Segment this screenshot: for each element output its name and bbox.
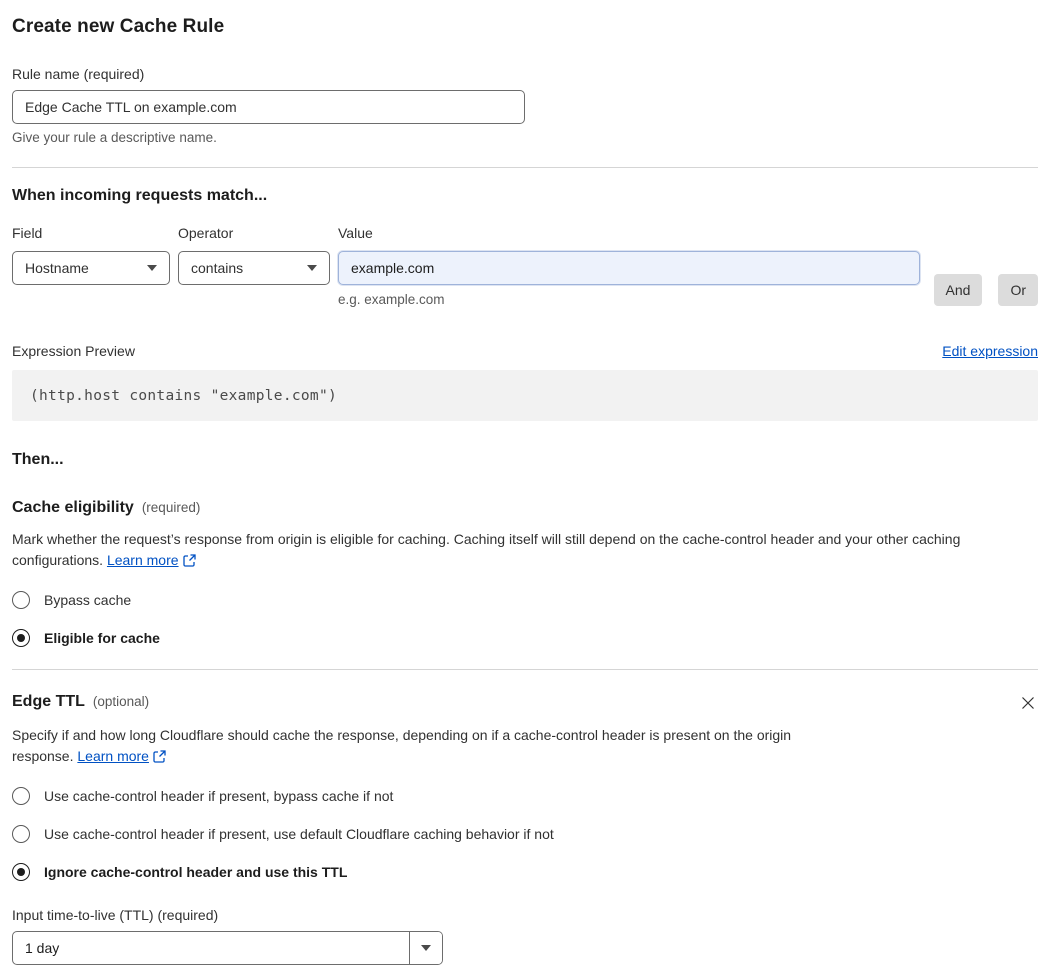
learn-more-label: Learn more xyxy=(106,552,179,568)
edge-ttl-optional-tag: (optional) xyxy=(92,694,150,709)
chevron-down-icon xyxy=(307,265,317,271)
edge-ttl-description: Specify if and how long Cloudflare shoul… xyxy=(12,725,842,767)
field-select-value: Hostname xyxy=(25,260,89,276)
ttl-input-block: Input time-to-live (TTL) (required) 1 da… xyxy=(12,907,1038,965)
match-heading: When incoming requests match... xyxy=(12,187,268,204)
create-cache-rule-form: Create new Cache Rule Rule name (require… xyxy=(0,0,1058,965)
field-label: Field xyxy=(12,225,43,241)
cache-eligibility-learn-more-link[interactable]: Learn more xyxy=(107,552,196,568)
cache-eligibility-description: Mark whether the request’s response from… xyxy=(12,529,1038,571)
radio-icon[interactable] xyxy=(12,825,30,843)
radio-label: Ignore cache-control header and use this… xyxy=(44,864,348,880)
rule-name-label: Rule name (required) xyxy=(12,66,145,82)
page-title: Create new Cache Rule xyxy=(12,16,225,37)
rule-name-value: Edge Cache TTL on example.com xyxy=(25,99,237,115)
match-row: Field Hostname Operator contains Value e… xyxy=(12,225,1038,307)
chevron-down-icon xyxy=(147,265,157,271)
radio-icon-checked[interactable] xyxy=(12,629,30,647)
operator-select[interactable]: contains xyxy=(178,251,330,285)
value-input-text: example.com xyxy=(351,260,435,276)
radio-eligible-for-cache[interactable]: Eligible for cache xyxy=(12,629,1038,647)
rule-name-section: Rule name (required) Edge Cache TTL on e… xyxy=(12,66,1038,145)
radio-cache-control-bypass[interactable]: Use cache-control header if present, byp… xyxy=(12,787,1038,805)
radio-icon[interactable] xyxy=(12,787,30,805)
operator-column: Operator contains xyxy=(178,225,330,307)
cache-eligibility-heading-row: Cache eligibility (required) xyxy=(12,499,1038,517)
ttl-input-label: Input time-to-live (TTL) (required) xyxy=(12,907,219,923)
expression-header: Expression Preview Edit expression xyxy=(12,343,1038,359)
value-input[interactable]: example.com xyxy=(338,251,920,285)
cache-eligibility-required-tag: (required) xyxy=(141,500,201,515)
rule-name-help: Give your rule a descriptive name. xyxy=(12,130,217,145)
field-column: Field Hostname xyxy=(12,225,170,307)
value-label: Value xyxy=(338,225,373,241)
radio-icon-checked[interactable] xyxy=(12,863,30,881)
learn-more-label: Learn more xyxy=(77,748,149,764)
or-button[interactable]: Or xyxy=(998,274,1038,306)
radio-ignore-cache-control[interactable]: Ignore cache-control header and use this… xyxy=(12,863,1038,881)
divider xyxy=(12,167,1038,168)
and-button[interactable]: And xyxy=(933,274,983,306)
edge-ttl-learn-more-link[interactable]: Learn more xyxy=(77,748,166,764)
expression-code-block: (http.host contains "example.com") xyxy=(12,370,1038,421)
radio-label: Bypass cache xyxy=(44,592,132,608)
external-link-icon xyxy=(153,750,166,763)
andor-buttons: And Or xyxy=(933,225,1038,307)
ttl-select-dropdown-button[interactable] xyxy=(409,932,442,964)
cache-eligibility-section: Cache eligibility (required) Mark whethe… xyxy=(12,499,1038,647)
then-heading: Then... xyxy=(12,451,64,468)
expression-preview-label: Expression Preview xyxy=(12,343,135,359)
rule-name-input[interactable]: Edge Cache TTL on example.com xyxy=(12,90,525,124)
close-icon[interactable] xyxy=(1018,693,1038,713)
edge-ttl-heading-group: Edge TTL (optional) xyxy=(12,693,149,711)
radio-icon[interactable] xyxy=(12,591,30,609)
radio-cache-control-default[interactable]: Use cache-control header if present, use… xyxy=(12,825,1038,843)
expression-section: Expression Preview Edit expression (http… xyxy=(12,343,1038,421)
value-column: Value example.com e.g. example.com xyxy=(338,225,920,307)
expression-code: (http.host contains "example.com") xyxy=(30,387,338,404)
chevron-down-icon xyxy=(421,945,431,951)
radio-label: Use cache-control header if present, use… xyxy=(44,826,554,842)
operator-select-value: contains xyxy=(191,260,244,276)
radio-bypass-cache[interactable]: Bypass cache xyxy=(12,591,1038,609)
edge-ttl-heading: Edge TTL xyxy=(12,693,85,710)
edit-expression-link[interactable]: Edit expression xyxy=(942,343,1038,359)
operator-label: Operator xyxy=(178,225,234,241)
ttl-select-value: 1 day xyxy=(25,940,60,956)
external-link-icon xyxy=(182,554,196,567)
edge-ttl-heading-row: Edge TTL (optional) xyxy=(12,693,1038,713)
radio-label: Use cache-control header if present, byp… xyxy=(44,788,394,804)
cache-eligibility-heading: Cache eligibility xyxy=(12,499,134,516)
field-select[interactable]: Hostname xyxy=(12,251,170,285)
divider xyxy=(12,669,1038,670)
ttl-select[interactable]: 1 day xyxy=(12,931,443,965)
radio-label: Eligible for cache xyxy=(44,630,160,646)
value-hint: e.g. example.com xyxy=(338,292,445,307)
match-section: When incoming requests match... Field Ho… xyxy=(12,187,1038,307)
edge-ttl-section: Edge TTL (optional) Specify if and how l… xyxy=(12,693,1038,965)
